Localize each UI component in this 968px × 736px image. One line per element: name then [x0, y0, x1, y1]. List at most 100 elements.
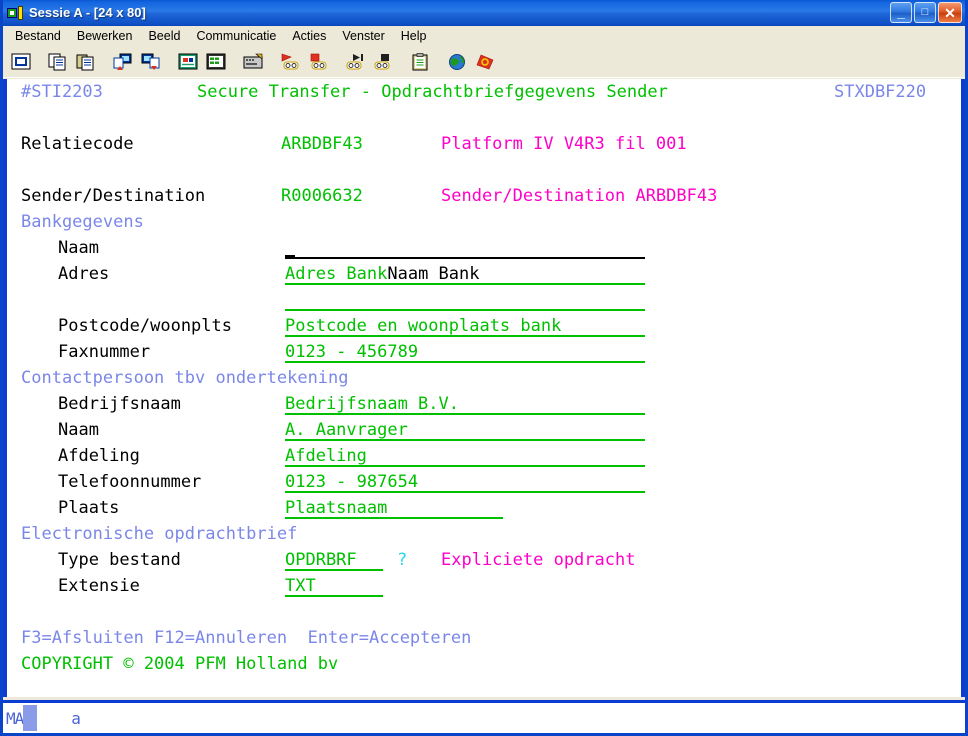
- screen-row-bank-adres2: [7, 287, 961, 313]
- type-bestand-label: Type bestand: [58, 550, 181, 570]
- extensie-input[interactable]: TXT: [285, 573, 383, 597]
- menu-bestand[interactable]: Bestand: [7, 27, 69, 45]
- title-bar: Sessie A - [24 x 80] _ □ ✕: [3, 0, 965, 26]
- spreadsheet-icon[interactable]: [203, 49, 229, 74]
- extensie-label: Extensie: [58, 576, 140, 596]
- screen-row-bank-postcode: Postcode/woonplts Postcode en woonplaats…: [7, 313, 961, 339]
- send-file-icon[interactable]: [110, 49, 136, 74]
- screen-title: Secure Transfer - Opdrachtbriefgegevens …: [197, 82, 668, 102]
- screen-row-function-keys: F3=Afsluiten F12=Annuleren Enter=Accepte…: [7, 625, 961, 651]
- paste-icon[interactable]: [73, 49, 99, 74]
- status-bar: MA a: [3, 700, 965, 733]
- stop-playback-icon[interactable]: [370, 49, 396, 74]
- receive-file-icon[interactable]: [138, 49, 164, 74]
- maximize-icon: □: [921, 6, 929, 18]
- window-title: Sessie A - [24 x 80]: [29, 5, 146, 20]
- program-id: #STI2203: [21, 82, 103, 102]
- play-macro-icon[interactable]: [342, 49, 368, 74]
- display-setup-icon[interactable]: [175, 49, 201, 74]
- status-mode-indicator: MA: [6, 708, 24, 728]
- menu-bewerken[interactable]: Bewerken: [69, 27, 141, 45]
- copy-icon[interactable]: [45, 49, 71, 74]
- screen-row-extensie: Extensie TXT: [7, 573, 961, 599]
- bedrijfsnaam-input[interactable]: Bedrijfsnaam B.V.: [285, 391, 645, 415]
- session-terminal-icon: [7, 5, 24, 22]
- screen-row-contact-naam: Naam A. Aanvrager: [7, 417, 961, 443]
- screen-row-electronische: Electronische opdrachtbrief: [7, 521, 961, 547]
- bedrijfsnaam-label: Bedrijfsnaam: [58, 394, 181, 414]
- contact-naam-label: Naam: [58, 420, 99, 440]
- section-bankgegevens: Bankgegevens: [21, 212, 144, 232]
- pencil-note-icon[interactable]: [472, 49, 498, 74]
- keyboard-setup-icon[interactable]: [240, 49, 266, 74]
- close-button[interactable]: ✕: [938, 2, 962, 23]
- screen-row-copyright: COPYRIGHT © 2004 PFM Holland bv: [7, 651, 961, 677]
- bank-postcode-label: Postcode/woonplts: [58, 316, 232, 336]
- bank-adres-input[interactable]: Adres Bank: [285, 261, 645, 285]
- emulation-screen-24x80: #STI2203 Secure Transfer - Opdrachtbrief…: [7, 79, 961, 697]
- type-bestand-prompt[interactable]: ?: [397, 547, 407, 573]
- window-controls: _ □ ✕: [890, 2, 962, 23]
- sender-destination-right: Sender/Destination ARBDBF43: [441, 186, 718, 206]
- menu-venster[interactable]: Venster: [334, 27, 392, 45]
- screen-row-afdeling: Afdeling Afdeling: [7, 443, 961, 469]
- sender-destination-label: Sender/Destination: [21, 186, 206, 206]
- bank-fax-label: Faxnummer: [58, 342, 151, 362]
- screen-row-bank-fax: Faxnummer 0123 - 456789: [7, 339, 961, 365]
- screen-row-bankgegevens: Bankgegevens: [7, 209, 961, 235]
- contact-naam-input[interactable]: A. Aanvrager: [285, 417, 645, 441]
- terminal-screen-area[interactable]: #STI2203 Secure Transfer - Opdrachtbrief…: [3, 79, 965, 697]
- relatiecode-value: ARBDBF43: [281, 134, 363, 154]
- minimize-button[interactable]: _: [890, 2, 912, 23]
- bank-naam-input[interactable]: Naam Bank: [285, 235, 645, 284]
- screen-row-sender-destination: Sender/Destination R0006632 Sender/Desti…: [7, 183, 961, 209]
- afdeling-input[interactable]: Afdeling: [285, 443, 645, 467]
- section-electronische: Electronische opdrachtbrief: [21, 524, 298, 544]
- copyright-notice: COPYRIGHT © 2004 PFM Holland bv: [21, 654, 339, 674]
- screen-row-type-bestand: Type bestand OPDRBRF ? Expliciete opdrac…: [7, 547, 961, 573]
- plaats-input[interactable]: Plaatsnaam: [285, 495, 503, 519]
- afdeling-label: Afdeling: [58, 446, 140, 466]
- display-session-icon[interactable]: [8, 49, 34, 74]
- menu-beeld[interactable]: Beeld: [140, 27, 188, 45]
- screen-row-relatiecode: Relatiecode ARBDBF43 Platform IV V4R3 fi…: [7, 131, 961, 157]
- telefoon-input[interactable]: 0123 - 987654: [285, 469, 645, 493]
- minimize-icon: _: [897, 4, 905, 20]
- screen-row-contactpersoon: Contactpersoon tbv ondertekening: [7, 365, 961, 391]
- plaats-label: Plaats: [58, 498, 120, 518]
- record-macro-icon[interactable]: [277, 49, 303, 74]
- relatiecode-label: Relatiecode: [21, 134, 134, 154]
- screen-row-telefoon: Telefoonnummer 0123 - 987654: [7, 469, 961, 495]
- menu-bar: Bestand Bewerken Beeld Communicatie Acti…: [3, 26, 965, 46]
- type-bestand-note: Expliciete opdracht: [441, 550, 636, 570]
- screen-row-bank-naam: Naam Naam Bank: [7, 235, 961, 284]
- bank-postcode-input[interactable]: Postcode en woonplaats bank: [285, 313, 645, 337]
- text-cursor: [285, 255, 295, 258]
- type-bestand-input[interactable]: OPDRBRF: [285, 547, 383, 571]
- bank-adres2-input[interactable]: [285, 287, 645, 311]
- status-cursor-block: [23, 705, 38, 731]
- globe-icon[interactable]: [444, 49, 470, 74]
- bank-adres-label: Adres: [58, 264, 110, 284]
- toolbar: [3, 46, 965, 78]
- menu-acties[interactable]: Acties: [284, 27, 334, 45]
- section-contactpersoon: Contactpersoon tbv ondertekening: [21, 368, 349, 388]
- menu-help[interactable]: Help: [393, 27, 435, 45]
- telefoon-label: Telefoonnummer: [58, 472, 202, 492]
- bank-naam-label: Naam: [58, 238, 99, 258]
- clipboard-icon[interactable]: [407, 49, 433, 74]
- screen-row-header: #STI2203 Secure Transfer - Opdrachtbrief…: [7, 79, 961, 105]
- menu-communicatie[interactable]: Communicatie: [188, 27, 284, 45]
- stop-macro-icon[interactable]: [305, 49, 331, 74]
- screen-row-bedrijfsnaam: Bedrijfsnaam Bedrijfsnaam B.V.: [7, 391, 961, 417]
- screen-row-plaats: Plaats Plaatsnaam: [7, 495, 961, 521]
- bank-fax-input[interactable]: 0123 - 456789: [285, 339, 645, 363]
- function-keys: F3=Afsluiten F12=Annuleren Enter=Accepte…: [21, 628, 472, 648]
- screen-row-bank-adres: Adres Adres Bank: [7, 261, 961, 287]
- close-icon: ✕: [944, 4, 956, 21]
- screen-id: STXDBF220: [834, 82, 927, 102]
- platform-info: Platform IV V4R3 fil 001: [441, 134, 687, 154]
- status-input-indicator: a: [71, 708, 81, 728]
- terminal-emulator-window: Sessie A - [24 x 80] _ □ ✕ Bestand Bewer…: [0, 0, 968, 736]
- maximize-button[interactable]: □: [914, 2, 936, 23]
